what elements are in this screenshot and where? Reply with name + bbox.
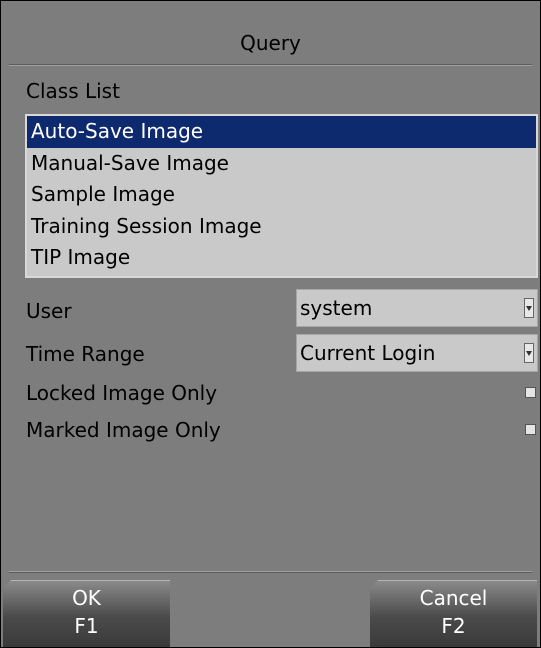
marked-image-label: Marked Image Only — [26, 418, 221, 442]
ok-button[interactable]: OK F1 — [3, 580, 170, 647]
marked-image-checkbox[interactable] — [525, 424, 536, 435]
time-range-select[interactable]: Current Login — [296, 334, 538, 372]
user-select[interactable]: system — [296, 289, 538, 327]
query-dialog: Query Class List Auto-Save Image Manual-… — [1, 1, 540, 647]
class-list[interactable]: Auto-Save Image Manual-Save Image Sample… — [25, 114, 538, 278]
title-divider — [9, 64, 532, 66]
locked-image-label: Locked Image Only — [26, 381, 218, 405]
class-item-tip[interactable]: TIP Image — [27, 242, 536, 274]
user-label: User — [26, 299, 72, 323]
ok-button-key: F1 — [74, 614, 99, 638]
user-select-value: system — [300, 296, 373, 320]
cancel-button-key: F2 — [441, 614, 466, 638]
class-item-manual-save[interactable]: Manual-Save Image — [27, 148, 536, 180]
ok-button-label: OK — [72, 586, 101, 610]
cancel-button[interactable]: Cancel F2 — [370, 580, 537, 647]
chevron-down-icon[interactable] — [524, 298, 534, 318]
button-divider — [9, 571, 532, 573]
class-item-training-session[interactable]: Training Session Image — [27, 211, 536, 243]
cancel-button-label: Cancel — [419, 586, 488, 610]
time-range-select-value: Current Login — [300, 341, 436, 365]
class-item-auto-save[interactable]: Auto-Save Image — [27, 116, 536, 148]
dialog-title: Query — [240, 31, 301, 55]
class-list-label: Class List — [26, 79, 120, 103]
chevron-down-icon[interactable] — [524, 343, 534, 363]
locked-image-checkbox[interactable] — [525, 387, 536, 398]
time-range-label: Time Range — [26, 342, 145, 366]
class-item-sample[interactable]: Sample Image — [27, 179, 536, 211]
